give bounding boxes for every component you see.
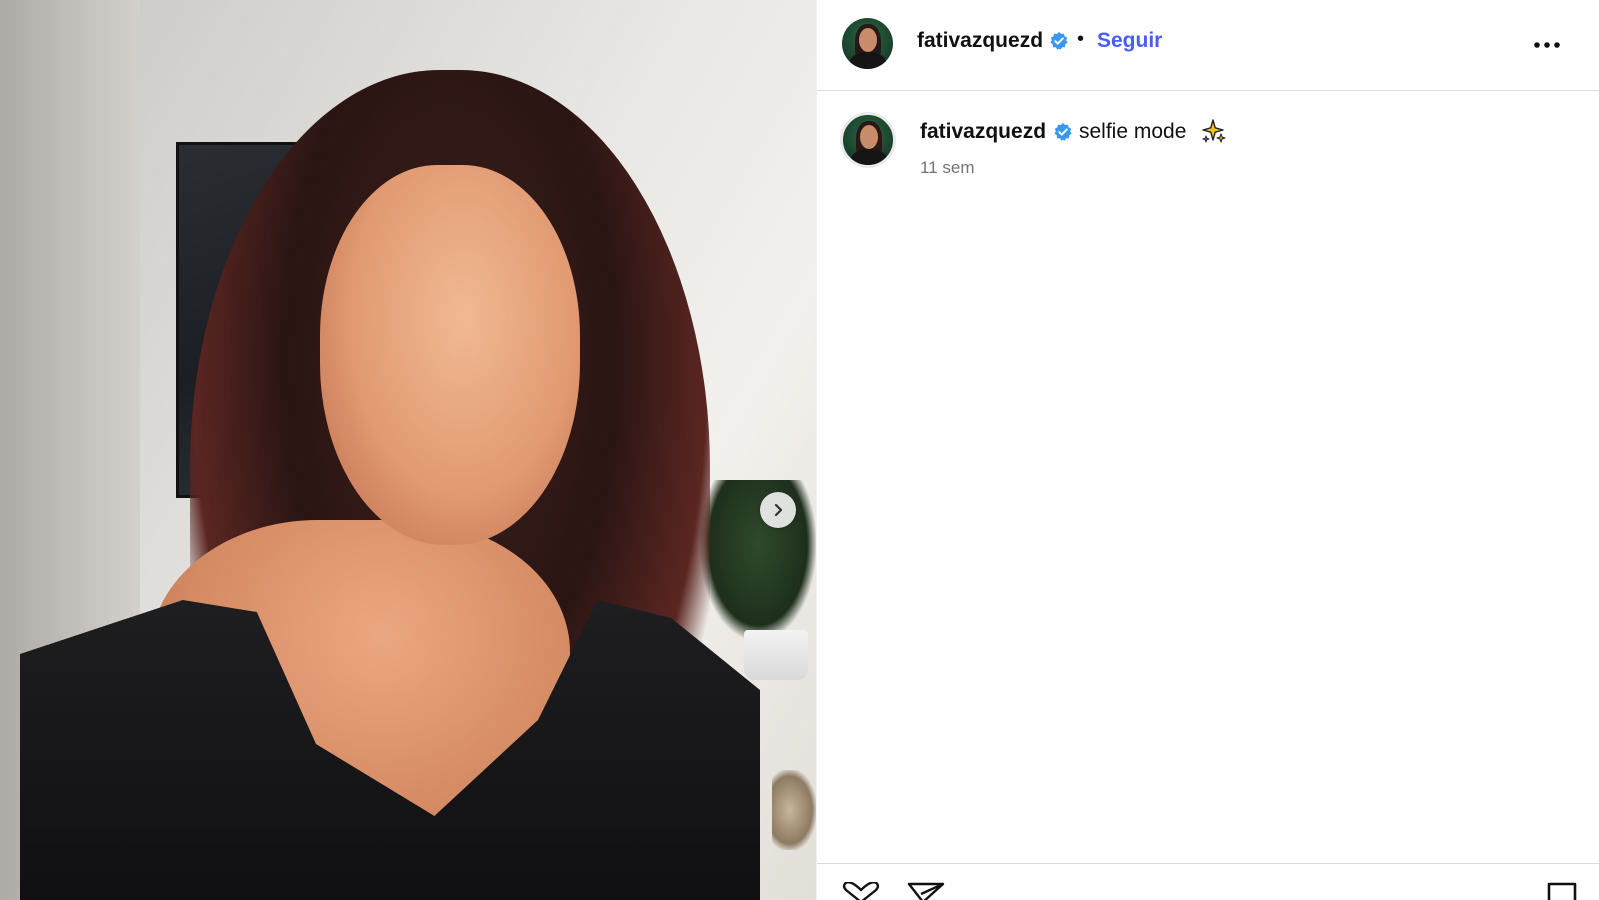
bookmark-icon: [1547, 882, 1577, 900]
photo-plant: [700, 480, 816, 640]
post-details-panel: fativazquezd • Seguir fativazquezd selfi…: [816, 0, 1599, 900]
paper-plane-icon: [907, 882, 945, 900]
post-photo: [0, 0, 816, 900]
avatar[interactable]: [842, 18, 893, 69]
heart-icon: [842, 881, 880, 900]
photo-face: [320, 165, 580, 545]
sparkles-emoji-icon: [1202, 119, 1226, 143]
verified-badge-icon: [1054, 123, 1072, 141]
chevron-right-icon: [774, 503, 783, 517]
carousel-next-button[interactable]: [760, 492, 796, 528]
post-header: fativazquezd • Seguir: [817, 0, 1599, 91]
photo-pot: [744, 630, 808, 680]
follow-button[interactable]: Seguir: [1097, 29, 1162, 53]
caption-username-link[interactable]: fativazquezd: [920, 120, 1046, 144]
post-action-bar: [817, 863, 1599, 900]
post-timestamp[interactable]: 11 sem: [920, 158, 975, 178]
share-button[interactable]: [907, 882, 945, 900]
author-username-link[interactable]: fativazquezd: [917, 29, 1043, 53]
caption-avatar[interactable]: [840, 112, 896, 168]
more-options-icon: [1534, 42, 1560, 48]
save-button[interactable]: [1547, 882, 1577, 900]
photo-cat: [772, 770, 816, 850]
verified-badge-icon: [1050, 32, 1068, 50]
caption-text: selfie mode: [1079, 120, 1187, 143]
more-options-button[interactable]: [1527, 30, 1567, 60]
separator-dot: •: [1077, 28, 1085, 50]
like-button[interactable]: [842, 881, 880, 900]
